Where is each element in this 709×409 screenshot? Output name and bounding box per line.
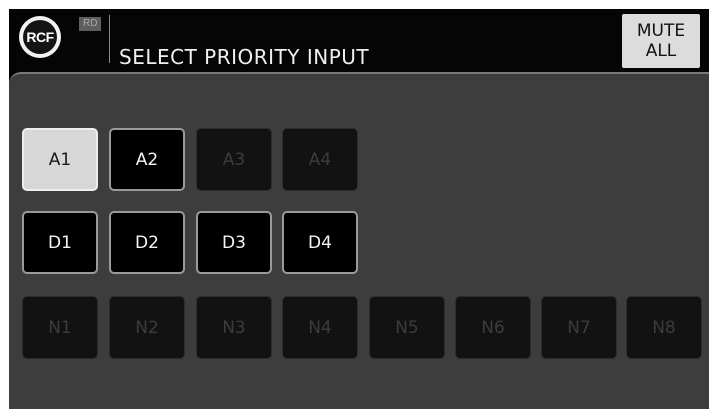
input-button-a3[interactable]: A3 bbox=[196, 128, 272, 191]
input-button-d4[interactable]: D4 bbox=[282, 211, 358, 274]
header-divider bbox=[109, 15, 110, 63]
input-label: A2 bbox=[135, 149, 159, 170]
input-label: N5 bbox=[395, 317, 419, 338]
mute-all-button[interactable]: MUTE ALL bbox=[622, 14, 700, 68]
input-button-n2[interactable]: N2 bbox=[109, 296, 185, 359]
input-button-n3[interactable]: N3 bbox=[196, 296, 272, 359]
input-button-n6[interactable]: N6 bbox=[455, 296, 531, 359]
input-button-n1[interactable]: N1 bbox=[22, 296, 98, 359]
rd-badge: RD bbox=[79, 17, 102, 31]
input-label: A1 bbox=[48, 149, 72, 170]
input-label: N7 bbox=[567, 317, 591, 338]
input-button-a1[interactable]: A1 bbox=[22, 128, 98, 191]
logo-text: RCF bbox=[23, 20, 57, 54]
input-label: D3 bbox=[222, 232, 246, 253]
input-button-n5[interactable]: N5 bbox=[369, 296, 445, 359]
input-button-n7[interactable]: N7 bbox=[541, 296, 617, 359]
page-title: SELECT PRIORITY INPUT bbox=[119, 45, 370, 69]
input-panel: A1 A2 A3 A4 D1 D2 D3 D4 N1 N2 N3 N4 N5 N… bbox=[9, 72, 709, 409]
input-label: D1 bbox=[48, 232, 72, 253]
input-label: D2 bbox=[135, 232, 159, 253]
input-label: N3 bbox=[222, 317, 246, 338]
input-label: N6 bbox=[481, 317, 505, 338]
input-label: A4 bbox=[308, 149, 332, 170]
input-button-n8[interactable]: N8 bbox=[626, 296, 702, 359]
input-button-a2[interactable]: A2 bbox=[109, 128, 185, 191]
input-label: N4 bbox=[308, 317, 332, 338]
rcf-logo: RCF bbox=[19, 16, 61, 58]
input-label: N1 bbox=[48, 317, 72, 338]
input-label: D4 bbox=[308, 232, 332, 253]
device-screen: RCF RD SELECT PRIORITY INPUT MUTE ALL A1… bbox=[9, 9, 709, 409]
mute-all-label-line2: ALL bbox=[645, 41, 677, 61]
input-button-d1[interactable]: D1 bbox=[22, 211, 98, 274]
input-button-d2[interactable]: D2 bbox=[109, 211, 185, 274]
header-bar: RCF RD SELECT PRIORITY INPUT MUTE ALL bbox=[9, 9, 709, 72]
mute-all-label-line1: MUTE bbox=[636, 21, 686, 41]
input-button-a4[interactable]: A4 bbox=[282, 128, 358, 191]
input-button-d3[interactable]: D3 bbox=[196, 211, 272, 274]
input-label: N2 bbox=[135, 317, 159, 338]
input-label: N8 bbox=[652, 317, 676, 338]
input-label: A3 bbox=[222, 149, 246, 170]
input-button-n4[interactable]: N4 bbox=[282, 296, 358, 359]
